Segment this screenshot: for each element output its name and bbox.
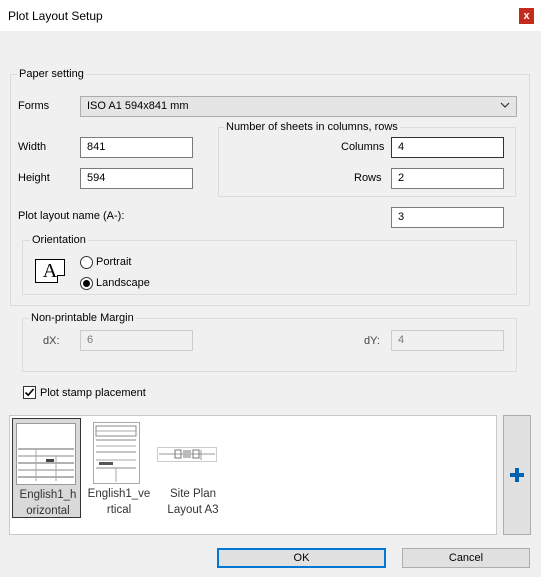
portrait-radio[interactable] bbox=[80, 256, 93, 269]
dy-field: 4 bbox=[391, 330, 504, 351]
template-tile-english1-vertical[interactable]: English1_ve rtical bbox=[83, 418, 155, 518]
rows-field[interactable]: 2 bbox=[391, 168, 504, 189]
landscape-radio[interactable] bbox=[80, 277, 93, 290]
columns-field[interactable]: 4 bbox=[391, 137, 504, 158]
sheets-legend: Number of sheets in columns, rows bbox=[224, 121, 400, 133]
plus-icon bbox=[510, 468, 524, 482]
template-tile-english1-horizontal[interactable]: English1_h orizontal bbox=[12, 418, 81, 518]
horizontal-template-thumbnail-icon bbox=[16, 423, 76, 485]
add-template-button[interactable] bbox=[503, 415, 531, 535]
rows-label: Rows bbox=[354, 172, 382, 184]
close-icon: x bbox=[523, 10, 530, 22]
portrait-label[interactable]: Portrait bbox=[96, 256, 131, 268]
forms-label: Forms bbox=[18, 100, 50, 112]
plot-layout-name-field[interactable]: 3 bbox=[391, 207, 504, 228]
title-bar: Plot Layout Setup x bbox=[0, 0, 541, 31]
template-gallery[interactable]: English1_h orizontal English1_ve rtical bbox=[9, 415, 497, 535]
plot-stamp-label[interactable]: Plot stamp placement bbox=[40, 387, 146, 399]
paper-setting-legend: Paper setting bbox=[17, 68, 86, 80]
orientation-legend: Orientation bbox=[30, 234, 88, 246]
site-plan-thumbnail-icon bbox=[157, 447, 217, 462]
landscape-orientation-icon: A bbox=[35, 259, 65, 283]
template-label: English1_ve rtical bbox=[87, 488, 151, 516]
template-tile-site-plan-a3[interactable]: Site Plan Layout A3 bbox=[157, 418, 229, 518]
window-title: Plot Layout Setup bbox=[8, 9, 103, 23]
dx-label: dX: bbox=[43, 335, 60, 347]
margin-legend: Non-printable Margin bbox=[29, 312, 136, 324]
dx-field: 6 bbox=[80, 330, 193, 351]
template-label: English1_h orizontal bbox=[19, 489, 77, 517]
width-field[interactable]: 841 bbox=[80, 137, 193, 158]
columns-label: Columns bbox=[341, 141, 385, 153]
vertical-template-thumbnail-icon bbox=[93, 422, 140, 484]
height-label: Height bbox=[18, 172, 50, 184]
forms-value: ISO A1 594x841 mm bbox=[87, 100, 189, 112]
cancel-button[interactable]: Cancel bbox=[402, 548, 530, 568]
chevron-down-icon bbox=[500, 102, 510, 108]
width-label: Width bbox=[18, 141, 47, 153]
close-button[interactable]: x bbox=[519, 8, 534, 24]
orientation-icon-letter: A bbox=[42, 260, 58, 282]
plot-layout-name-label: Plot layout name (A-): bbox=[18, 210, 125, 222]
template-label: Site Plan Layout A3 bbox=[167, 488, 219, 516]
landscape-label[interactable]: Landscape bbox=[96, 277, 150, 289]
ok-button[interactable]: OK bbox=[217, 548, 386, 568]
plot-stamp-checkbox[interactable] bbox=[23, 386, 36, 399]
height-field[interactable]: 594 bbox=[80, 168, 193, 189]
forms-select[interactable]: ISO A1 594x841 mm bbox=[80, 96, 517, 117]
checkmark-icon bbox=[24, 388, 35, 397]
radio-selected-dot bbox=[83, 280, 90, 287]
dy-label: dY: bbox=[364, 335, 380, 347]
